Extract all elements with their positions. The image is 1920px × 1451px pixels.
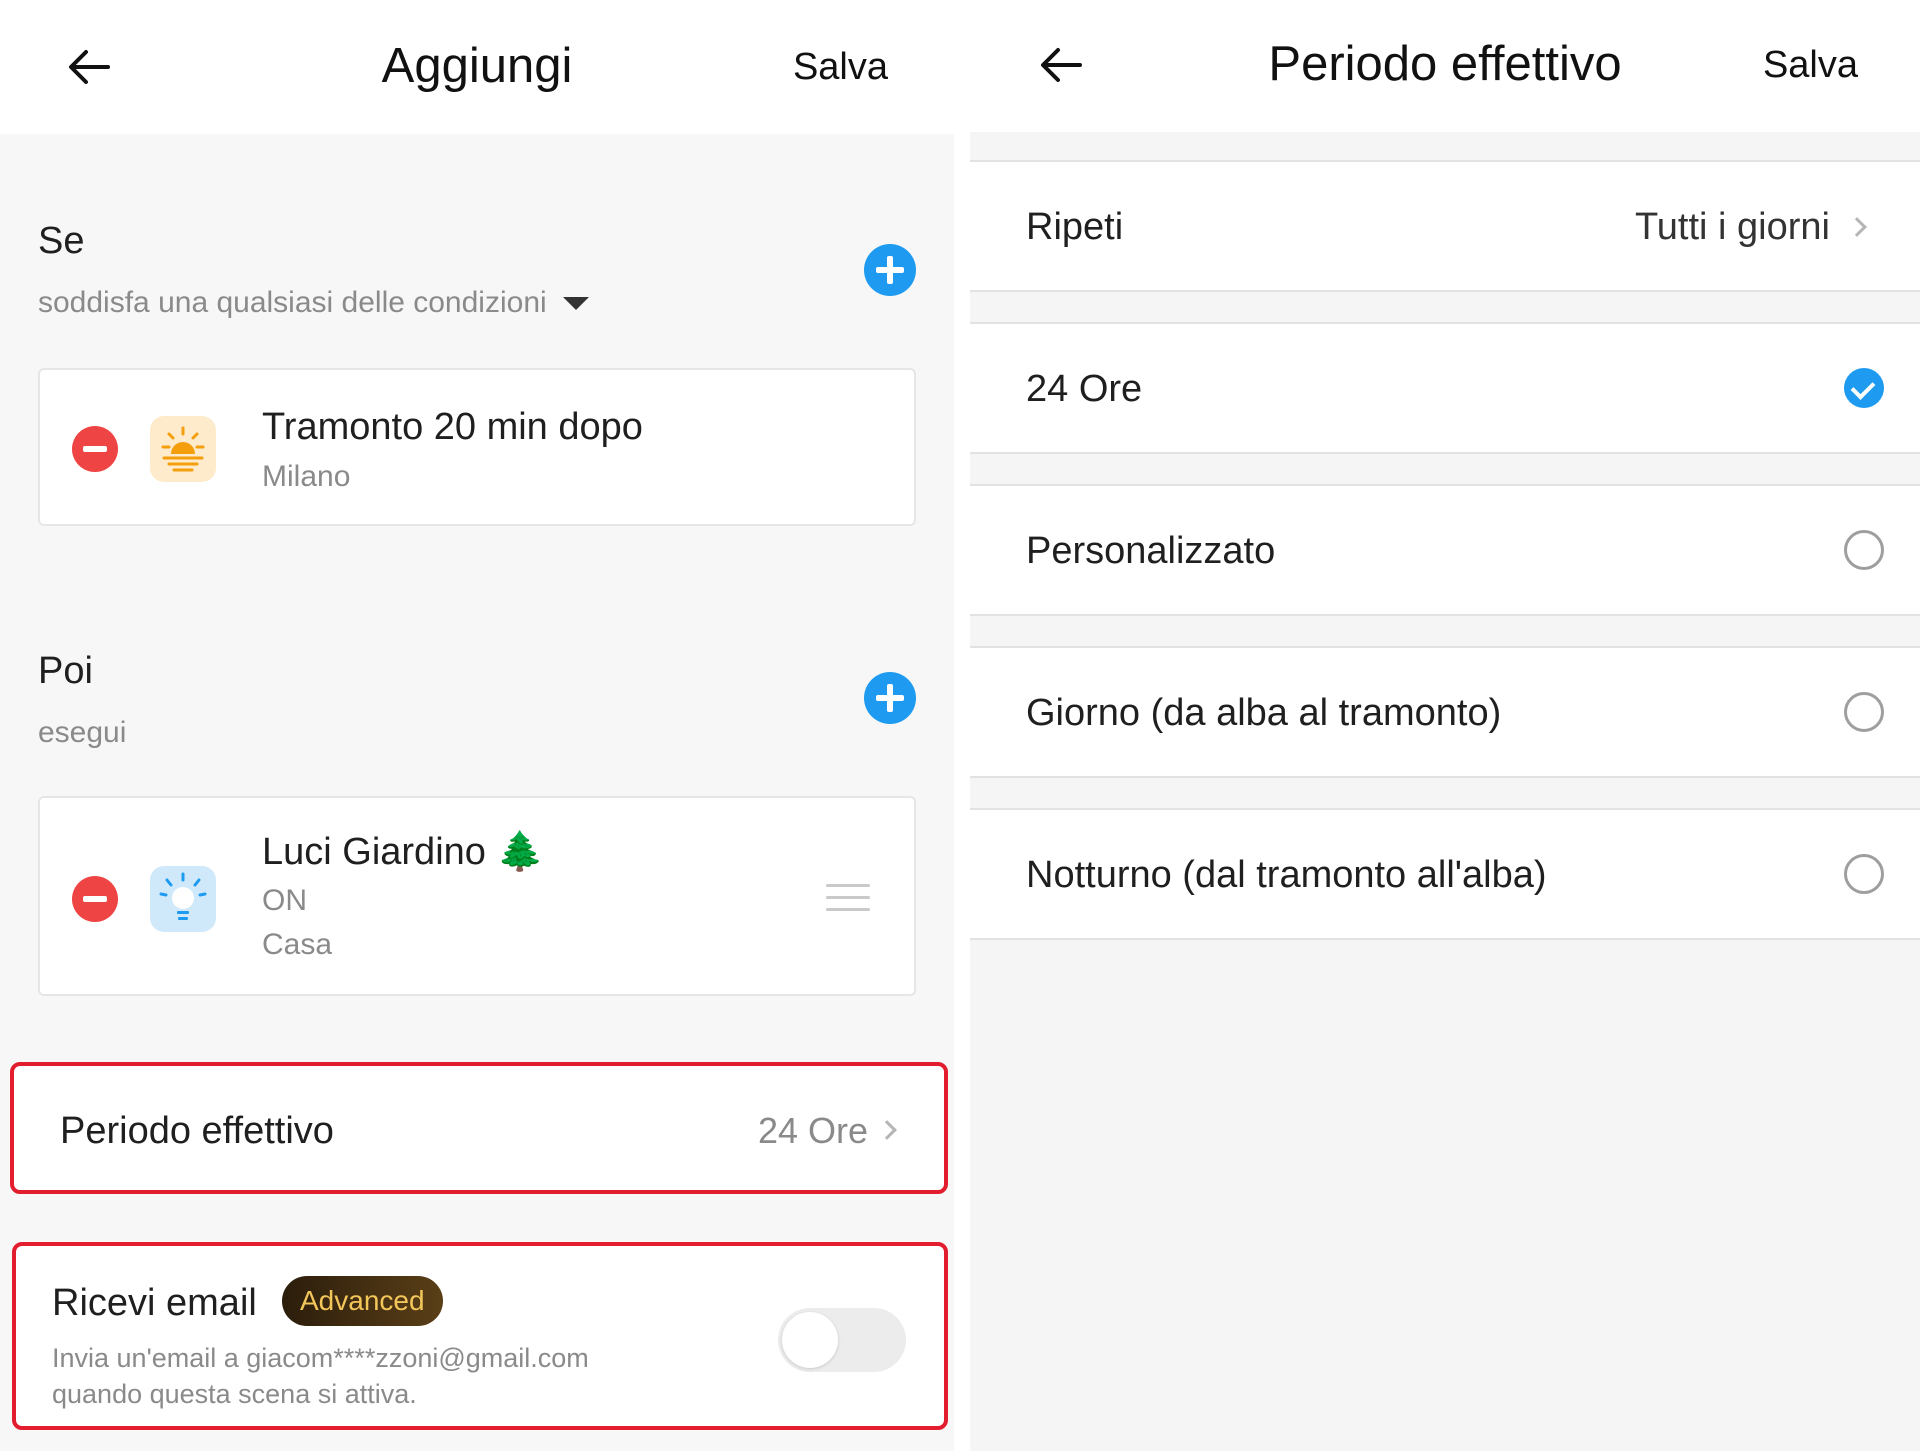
- radio-unchecked-icon[interactable]: [1844, 692, 1884, 732]
- save-button[interactable]: Salva: [1763, 44, 1858, 87]
- option-daytime[interactable]: Giorno (da alba al tramonto): [970, 646, 1920, 778]
- drag-handle-icon[interactable]: [826, 884, 870, 912]
- receive-email-row: Ricevi email Advanced Invia un'email a g…: [12, 1242, 948, 1430]
- radio-checked-icon[interactable]: [1844, 368, 1884, 408]
- add-action-button[interactable]: [864, 672, 916, 724]
- option-custom[interactable]: Personalizzato: [970, 484, 1920, 616]
- caret-down-icon: [562, 296, 589, 310]
- condition-location: Milano: [262, 460, 351, 493]
- receive-email-label: Ricevi email: [52, 1282, 257, 1324]
- receive-email-toggle[interactable]: [778, 1308, 906, 1372]
- radio-unchecked-icon[interactable]: [1844, 530, 1884, 570]
- condition-card[interactable]: Tramonto 20 min dopo Milano: [38, 368, 916, 526]
- light-bulb-icon: [150, 866, 216, 932]
- chevron-right-icon: [877, 1120, 897, 1140]
- option-label: Giorno (da alba al tramonto): [1026, 692, 1502, 734]
- email-description-line: quando questa scena si attiva.: [52, 1379, 417, 1409]
- header-bar: Aggiungi Salva: [0, 0, 954, 134]
- effective-period-label: Periodo effettivo: [60, 1110, 334, 1152]
- action-title: Luci Giardino 🌲: [262, 830, 544, 874]
- header-bar: Periodo effettivo Salva: [970, 0, 1920, 132]
- action-location: Casa: [262, 928, 333, 961]
- email-description: Invia un'email a giacom****zzoni@gmail.c…: [52, 1340, 589, 1412]
- repeat-value: Tutti i giorni: [1635, 206, 1830, 248]
- condition-mode-dropdown[interactable]: soddisfa una qualsiasi delle condizioni: [38, 286, 589, 320]
- save-button[interactable]: Salva: [793, 46, 888, 89]
- add-condition-button[interactable]: [864, 244, 916, 296]
- option-label: 24 Ore: [1026, 368, 1143, 410]
- tree-emoji-icon: 🌲: [496, 831, 544, 873]
- then-section-subtitle: esegui: [38, 716, 127, 749]
- option-label: Notturno (dal tramonto all'alba): [1026, 854, 1547, 896]
- effective-period-row[interactable]: Periodo effettivo 24 Ore: [10, 1062, 948, 1194]
- repeat-row[interactable]: Ripeti Tutti i giorni: [970, 160, 1920, 292]
- chevron-right-icon: [1847, 217, 1867, 237]
- toggle-knob: [782, 1312, 838, 1368]
- add-scene-panel: Aggiungi Salva Se soddisfa una qualsiasi…: [0, 0, 954, 1451]
- action-device-name: Luci Giardino: [262, 831, 486, 873]
- option-24-hours[interactable]: 24 Ore: [970, 322, 1920, 454]
- radio-unchecked-icon[interactable]: [1844, 854, 1884, 894]
- action-card[interactable]: Luci Giardino 🌲 ON Casa: [38, 796, 916, 996]
- effective-period-value: 24 Ore: [757, 1110, 868, 1151]
- effective-period-panel: Periodo effettivo Salva Ripeti Tutti i g…: [970, 0, 1920, 1451]
- option-nighttime[interactable]: Notturno (dal tramonto all'alba): [970, 808, 1920, 940]
- then-section-title: Poi: [38, 650, 93, 692]
- action-state: ON: [262, 884, 307, 917]
- condition-title: Tramonto 20 min dopo: [262, 406, 643, 448]
- condition-mode-label: soddisfa una qualsiasi delle condizioni: [38, 286, 547, 319]
- if-section-title: Se: [38, 220, 85, 262]
- sunset-icon: [150, 416, 216, 482]
- option-label: Personalizzato: [1026, 530, 1276, 572]
- advanced-badge: Advanced: [282, 1276, 443, 1326]
- email-description-line: Invia un'email a giacom****zzoni@gmail.c…: [52, 1343, 589, 1373]
- repeat-label: Ripeti: [1026, 206, 1124, 248]
- remove-condition-button[interactable]: [72, 426, 118, 472]
- remove-action-button[interactable]: [72, 876, 118, 922]
